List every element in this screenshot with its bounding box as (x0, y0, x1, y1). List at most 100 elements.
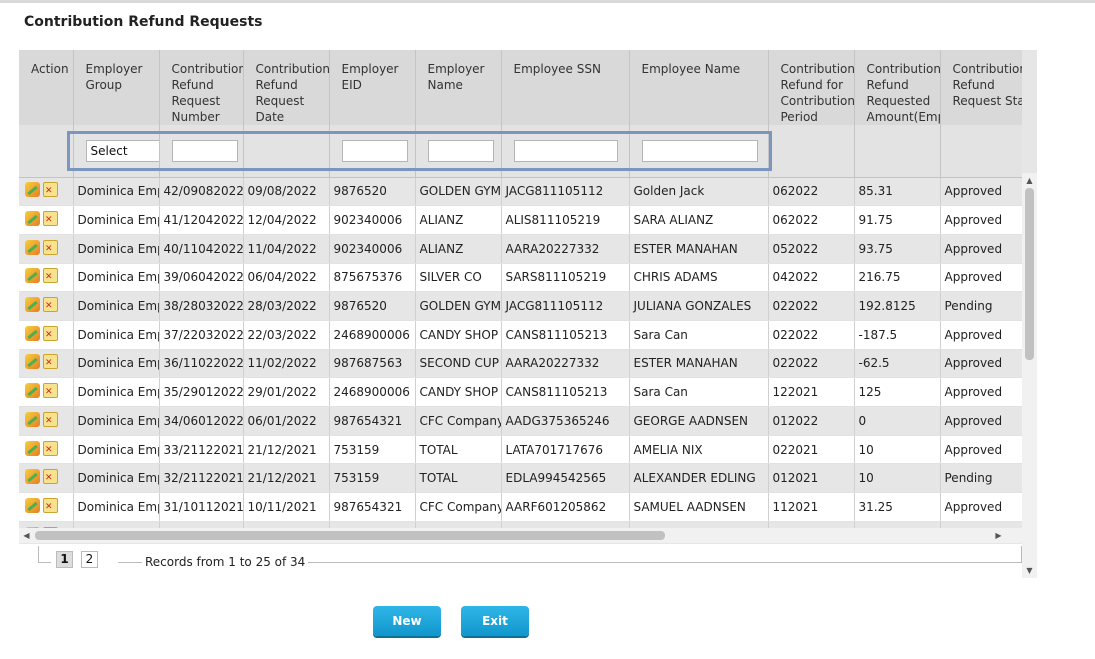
cell-requested-amount: 216.75 (854, 263, 941, 293)
edit-icon[interactable] (25, 469, 40, 485)
filter-row: Select (19, 125, 1022, 178)
cell-requested-amount: 10 (854, 435, 941, 465)
delete-icon[interactable] (43, 497, 58, 513)
edit-icon[interactable] (25, 297, 40, 313)
table-row[interactable]: Dominica Empl39/0604202206/04/2022875675… (19, 263, 1022, 293)
cell-contribution-period: 122021 (768, 521, 855, 528)
page-button-1[interactable]: 1 (56, 551, 73, 568)
table-row[interactable]: Dominica Empl30/1011202110/11/2021123789… (19, 521, 1022, 528)
table-row[interactable]: Dominica Empl31/1011202110/11/2021987654… (19, 492, 1022, 522)
action-cell (19, 177, 74, 207)
scroll-right-arrow-icon[interactable]: ▶ (991, 528, 1006, 543)
cell-request-number: 35/29012022 (159, 377, 244, 407)
table-row[interactable]: Dominica Empl32/2112202121/12/2021753159… (19, 463, 1022, 494)
cell-request-date: 10/11/2021 (243, 492, 330, 522)
cell-employee-ssn: AARA20227332 (501, 349, 630, 379)
edit-icon[interactable] (25, 440, 40, 456)
column-header-employer-eid[interactable]: Employer EID (329, 50, 416, 125)
cell-employer-eid: 753159 (329, 463, 416, 494)
action-cell (19, 463, 74, 494)
horizontal-scroll-thumb[interactable] (35, 531, 665, 540)
employee-name-filter-input[interactable] (641, 139, 758, 162)
header-row: Action Employer Group Contribution Refun… (19, 50, 1022, 125)
horizontal-scrollbar[interactable]: ◀ ▶ (19, 528, 1022, 543)
pager-left-bracket (38, 546, 51, 563)
column-header-requested-amount[interactable]: Contribution Refund Requested Amount(Emp (854, 50, 941, 125)
employer-name-filter-input[interactable] (427, 139, 494, 162)
table-row[interactable]: Dominica Empl37/2203202222/03/2022246890… (19, 320, 1022, 350)
delete-icon[interactable] (43, 440, 58, 456)
delete-icon[interactable] (43, 325, 58, 341)
scroll-down-arrow-icon[interactable]: ▼ (1022, 563, 1037, 578)
scroll-left-arrow-icon[interactable]: ◀ (19, 528, 34, 543)
delete-icon[interactable] (43, 383, 58, 399)
table-row[interactable]: Dominica Empl35/2901202229/01/2022246890… (19, 377, 1022, 407)
table-row[interactable]: Dominica Empl41/1204202212/04/2022902340… (19, 205, 1022, 235)
cell-request-status: Approved (940, 177, 1022, 207)
column-header-employee-name[interactable]: Employee Name (629, 50, 769, 125)
edit-icon[interactable] (25, 354, 40, 370)
column-header-request-status[interactable]: Contribution Refund Request Status (940, 50, 1022, 125)
edit-icon[interactable] (25, 182, 40, 198)
edit-icon[interactable] (25, 325, 40, 341)
table-row[interactable]: Dominica Empl40/1104202211/04/2022902340… (19, 234, 1022, 264)
cell-contribution-period: 022021 (768, 435, 855, 465)
table-row[interactable]: Dominica Empl36/1102202211/02/2022987687… (19, 349, 1022, 379)
cell-request-date: 29/01/2022 (243, 377, 330, 407)
cell-requested-amount: 31.25 (854, 492, 941, 522)
delete-icon[interactable] (43, 239, 58, 255)
edit-icon[interactable] (25, 268, 40, 284)
table-row[interactable]: Dominica Empl38/2803202228/03/2022987652… (19, 291, 1022, 321)
cell-employer-name: GOLDEN GYM (415, 291, 502, 321)
cell-request-date: 11/04/2022 (243, 234, 330, 264)
edit-icon[interactable] (25, 497, 40, 513)
filter-cell-employee-ssn (501, 125, 630, 178)
cell-employee-ssn: LATA701717676 (501, 435, 630, 465)
cell-employer-group: Dominica Empl (73, 320, 160, 350)
vertical-scroll-thumb[interactable] (1025, 188, 1034, 360)
employer-eid-filter-input[interactable] (341, 139, 408, 162)
delete-icon[interactable] (43, 411, 58, 427)
new-button[interactable]: New (373, 606, 441, 636)
table-row[interactable]: Dominica Empl42/0908202209/08/2022987652… (19, 177, 1022, 207)
delete-icon[interactable] (43, 211, 58, 227)
grid-container: Action Employer Group Contribution Refun… (19, 50, 1037, 578)
column-header-employee-ssn[interactable]: Employee SSN (501, 50, 630, 125)
column-header-employer-group[interactable]: Employer Group (73, 50, 160, 125)
action-cell (19, 435, 74, 465)
scroll-up-arrow-icon[interactable]: ▲ (1022, 173, 1037, 188)
column-header-request-number[interactable]: Contribution Refund Request Number (159, 50, 244, 125)
edit-icon[interactable] (25, 411, 40, 427)
vertical-scrollbar[interactable]: ▲ ▼ (1022, 173, 1037, 578)
cell-employer-eid: 753159 (329, 435, 416, 465)
cell-employer-name: SECOND CUP (415, 349, 502, 379)
employee-ssn-filter-input[interactable] (513, 139, 618, 162)
cell-employee-name: SAMUEL AADNSEN (629, 492, 769, 522)
delete-icon[interactable] (43, 268, 58, 284)
delete-icon[interactable] (43, 182, 58, 198)
column-header-employer-name[interactable]: Employer Name (415, 50, 502, 125)
table-row[interactable]: Dominica Empl34/0601202206/01/2022987654… (19, 406, 1022, 436)
request-number-filter-input[interactable] (171, 139, 238, 162)
cell-employer-group: Dominica Empl (73, 406, 160, 436)
table-row[interactable]: Dominica Empl33/2112202121/12/2021753159… (19, 435, 1022, 465)
pager-right-bracket (1021, 546, 1022, 562)
column-header-request-date[interactable]: Contribution Refund Request Date (243, 50, 330, 125)
delete-icon[interactable] (43, 469, 58, 485)
edit-icon[interactable] (25, 211, 40, 227)
edit-icon[interactable] (25, 383, 40, 399)
page-button-2[interactable]: 2 (81, 551, 98, 568)
cell-request-status: Approved (940, 435, 1022, 465)
column-header-contribution-period[interactable]: Contribution Refund for Contribution Per… (768, 50, 855, 125)
records-info: Records from 1 to 25 of 34 (145, 555, 306, 569)
edit-icon[interactable] (25, 239, 40, 255)
exit-button[interactable]: Exit (461, 606, 529, 636)
delete-icon[interactable] (43, 297, 58, 313)
employer-group-select[interactable]: Select (85, 139, 160, 162)
cell-request-number: 32/21122021 (159, 463, 244, 494)
cell-request-status: Approved (940, 234, 1022, 264)
cell-requested-amount: 12.5 (854, 521, 941, 528)
cell-employer-name: CFC Company (415, 492, 502, 522)
delete-icon[interactable] (43, 354, 58, 370)
cell-employee-name: CHRIS ADAMS (629, 263, 769, 293)
